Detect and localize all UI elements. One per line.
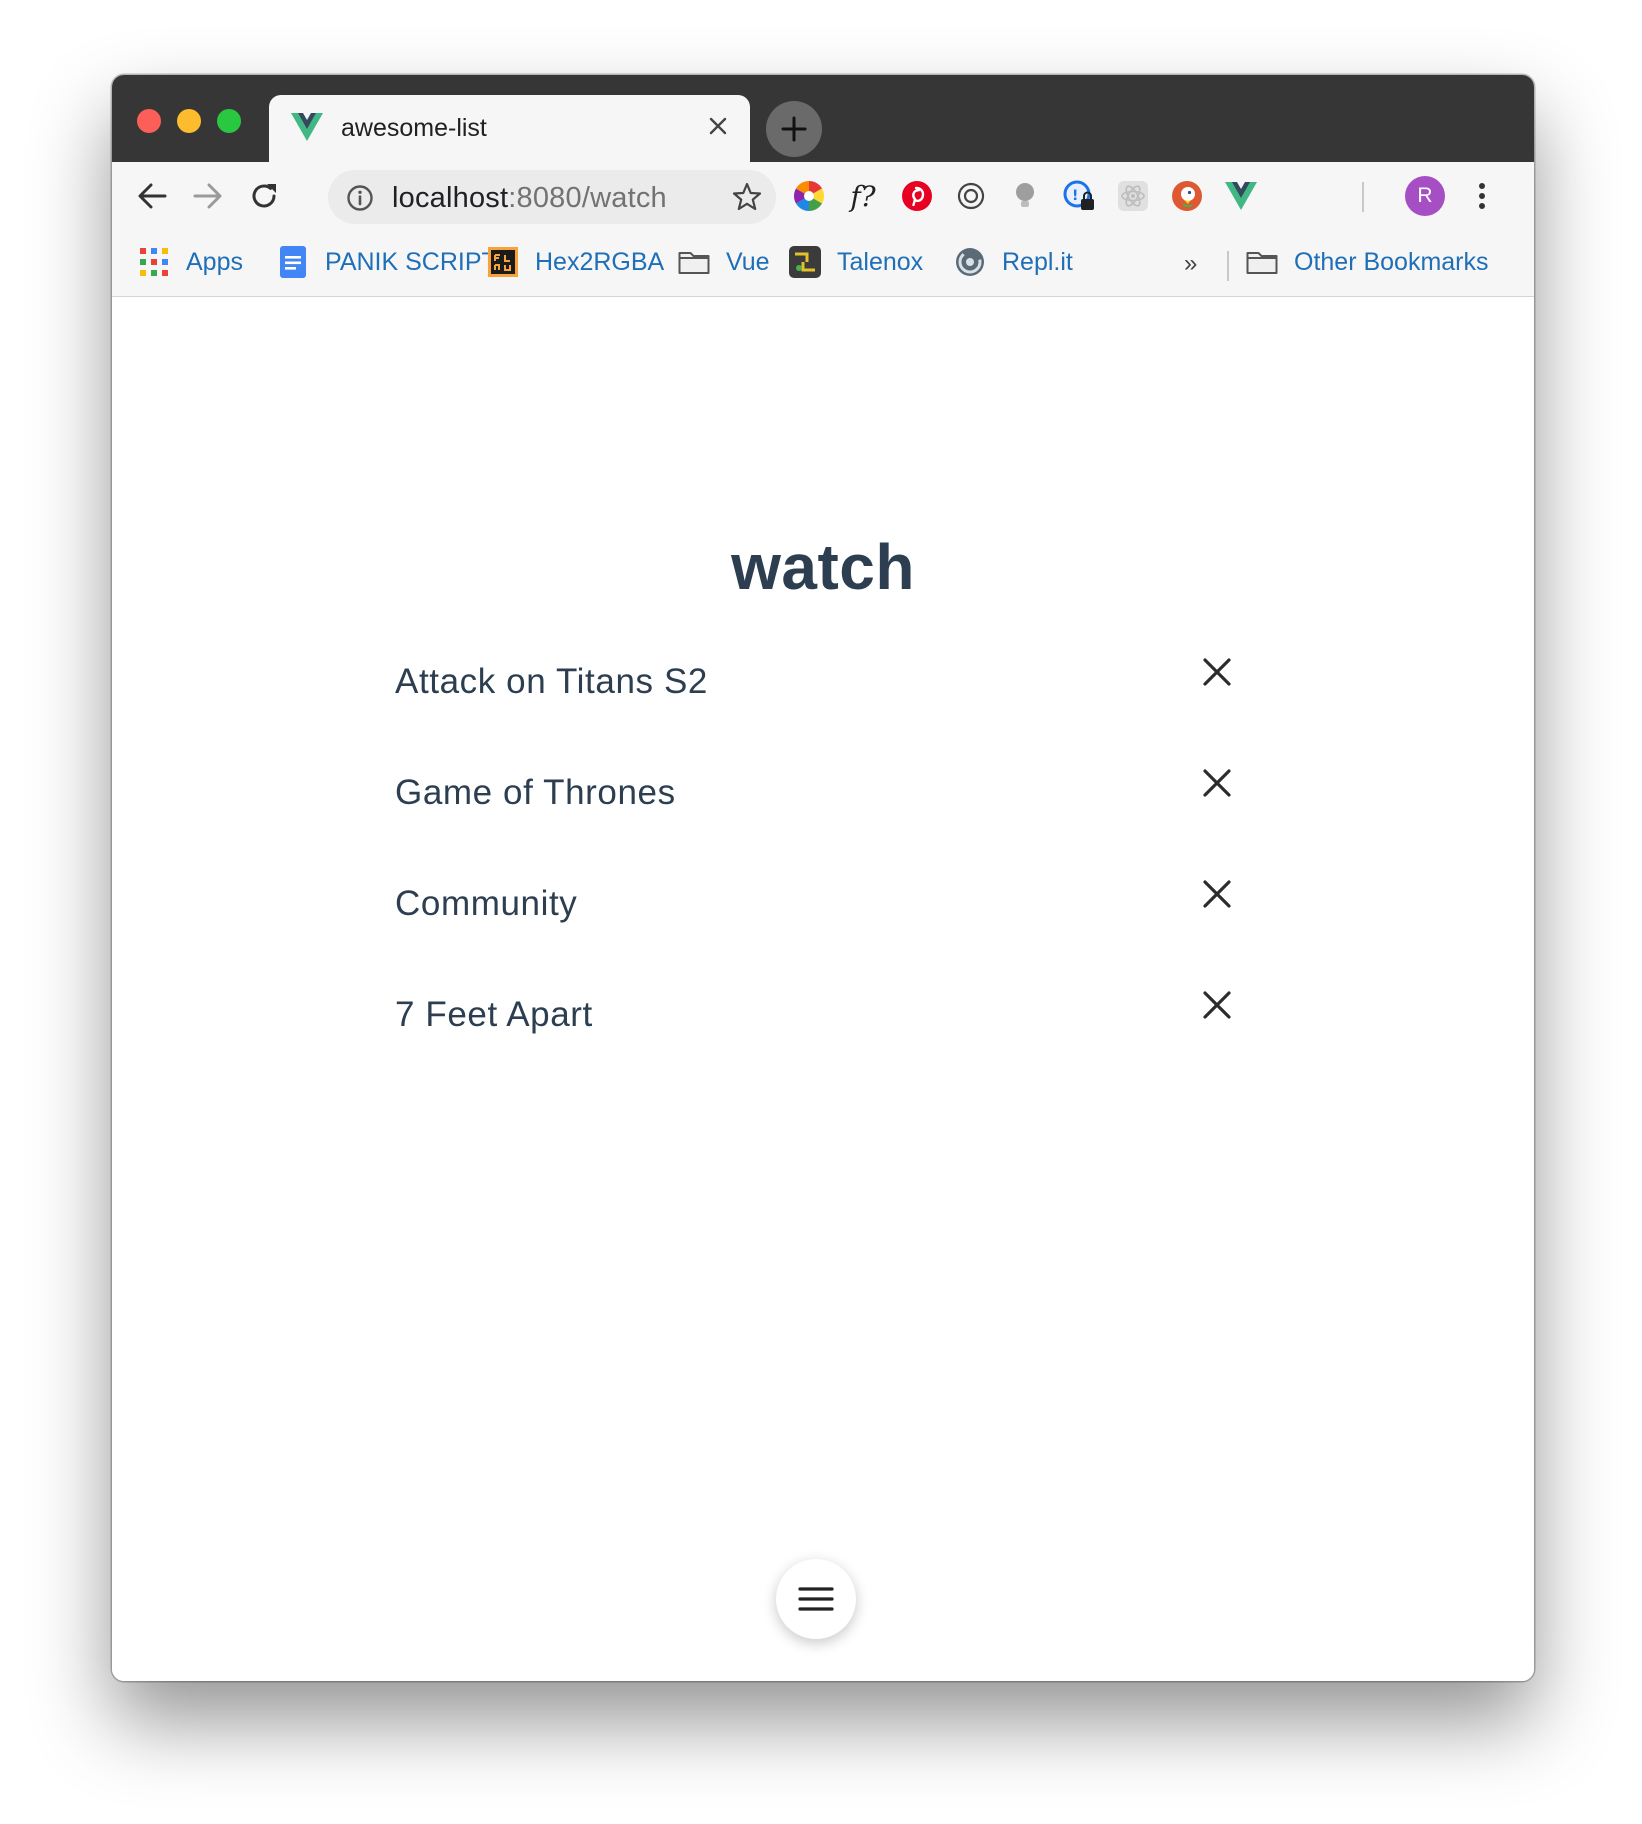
- folder-icon: [678, 246, 710, 278]
- close-icon: [1203, 658, 1231, 686]
- bookmarks-bar: Apps PANIK SCRIPT Hex2RGBA Vue Talenox R…: [112, 230, 1534, 297]
- menu-button[interactable]: [776, 1559, 856, 1639]
- bookmark-vue-folder[interactable]: Vue: [678, 240, 770, 284]
- list-item-label: Community: [395, 884, 578, 923]
- reload-icon: [252, 184, 276, 208]
- back-button[interactable]: [130, 174, 174, 218]
- list-item: Attack on Titans S2: [395, 658, 1231, 773]
- list-item: Game of Thrones: [395, 769, 1231, 884]
- tab-title: awesome-list: [341, 114, 487, 142]
- bookmark-label: Hex2RGBA: [535, 247, 665, 276]
- folder-icon: [1246, 246, 1278, 278]
- password-lock-icon[interactable]: !: [1060, 177, 1098, 215]
- bookmark-label: Apps: [186, 247, 243, 276]
- hamburger-menu-icon: [798, 1587, 834, 1611]
- plus-icon: [781, 116, 807, 142]
- minimize-window-button[interactable]: [177, 109, 201, 133]
- profile-avatar[interactable]: R: [1405, 176, 1445, 216]
- apps-grid-icon: [138, 246, 170, 278]
- remove-item-button[interactable]: [1195, 650, 1239, 694]
- bookmark-apps[interactable]: Apps: [138, 240, 243, 284]
- tab-close-icon[interactable]: [700, 108, 736, 144]
- page-title: watch: [731, 531, 915, 603]
- close-window-button[interactable]: [137, 109, 161, 133]
- page-content: watch Attack on Titans S2 Game of Throne…: [112, 297, 1534, 1681]
- browser-window: awesome-list localhost:8080/watch f? ! R…: [112, 75, 1534, 1681]
- close-icon: [1203, 880, 1231, 908]
- vue-logo-icon: [291, 113, 323, 141]
- bookmark-hex2rgba[interactable]: Hex2RGBA: [487, 240, 664, 284]
- arrow-left-icon: [138, 183, 167, 209]
- bookmark-label: Repl.it: [1002, 247, 1073, 276]
- react-devtools-icon[interactable]: [1114, 177, 1152, 215]
- browser-toolbar: localhost:8080/watch f? ! R: [112, 162, 1534, 230]
- lightbulb-icon[interactable]: [1006, 177, 1044, 215]
- bookmarks-divider: [1227, 251, 1229, 281]
- url-path: :8080/watch: [508, 182, 667, 214]
- more-menu-icon[interactable]: [1470, 176, 1494, 216]
- svg-text:!: !: [1072, 188, 1078, 204]
- list-item: 7 Feet Apart: [395, 991, 1231, 1106]
- bookmark-replit[interactable]: Repl.it: [954, 240, 1073, 284]
- vue-devtools-icon[interactable]: [1222, 177, 1260, 215]
- bookmark-label: Other Bookmarks: [1294, 247, 1489, 276]
- address-bar[interactable]: localhost:8080/watch: [328, 170, 776, 224]
- docs-icon: [277, 246, 309, 278]
- arrow-right-icon: [193, 183, 222, 209]
- duckduckgo-icon[interactable]: [1168, 177, 1206, 215]
- maximize-window-button[interactable]: [217, 109, 241, 133]
- hex2rgba-icon: [487, 246, 519, 278]
- url-text: localhost:8080/watch: [392, 182, 667, 215]
- toolbar-divider: [1362, 182, 1364, 212]
- replit-icon: [954, 246, 986, 278]
- list-item: Community: [395, 880, 1231, 995]
- bookmark-label: PANIK SCRIPT: [325, 247, 497, 276]
- bookmark-other-bookmarks[interactable]: Other Bookmarks: [1246, 240, 1489, 284]
- bookmark-label: Vue: [726, 247, 770, 276]
- function-icon[interactable]: f?: [844, 177, 882, 215]
- remove-item-button[interactable]: [1195, 983, 1239, 1027]
- color-wheel-icon[interactable]: [790, 177, 828, 215]
- tab-awesome-list[interactable]: awesome-list: [269, 95, 750, 162]
- list-item-label: 7 Feet Apart: [395, 995, 593, 1034]
- pinterest-icon[interactable]: [898, 177, 936, 215]
- list-item-label: Attack on Titans S2: [395, 662, 708, 701]
- bookmark-panik-script[interactable]: PANIK SCRIPT: [277, 240, 497, 284]
- openai-icon[interactable]: [952, 177, 990, 215]
- remove-item-button[interactable]: [1195, 761, 1239, 805]
- forward-button[interactable]: [186, 174, 230, 218]
- close-icon: [1203, 991, 1231, 1019]
- remove-item-button[interactable]: [1195, 872, 1239, 916]
- more-bookmarks-chevron[interactable]: »: [1184, 250, 1197, 278]
- bookmark-label: Talenox: [837, 247, 924, 276]
- new-tab-button[interactable]: [766, 101, 822, 157]
- site-info-icon[interactable]: [346, 184, 374, 217]
- list-item-label: Game of Thrones: [395, 773, 676, 812]
- tab-strip: awesome-list: [112, 75, 1534, 162]
- close-icon: [1203, 769, 1231, 797]
- reload-button[interactable]: [242, 174, 286, 218]
- url-host: localhost: [392, 182, 509, 214]
- watch-list: Attack on Titans S2 Game of Thrones Comm…: [395, 658, 1231, 1106]
- talenox-icon: [789, 246, 821, 278]
- bookmark-talenox[interactable]: Talenox: [789, 240, 923, 284]
- bookmark-star-icon[interactable]: [732, 182, 762, 217]
